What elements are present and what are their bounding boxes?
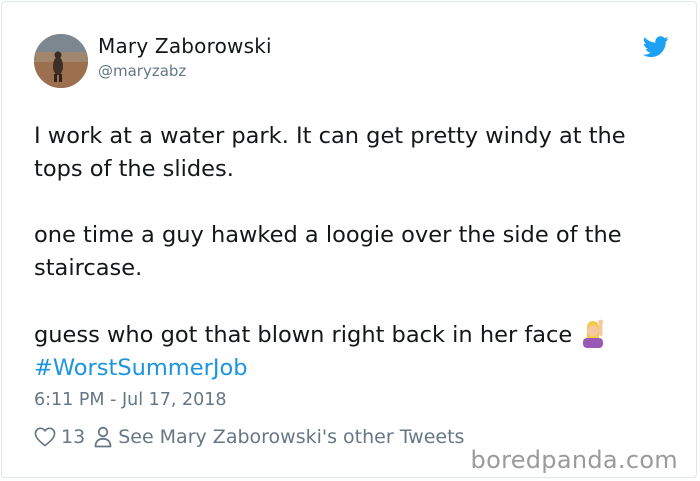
heart-icon[interactable] bbox=[34, 427, 56, 447]
see-other-tweets-link[interactable]: See Mary Zaborowski's other Tweets bbox=[118, 426, 464, 448]
twitter-bird-icon[interactable] bbox=[642, 36, 669, 58]
watermark: boredpanda.com bbox=[470, 446, 678, 474]
tweet-paragraph: I work at a water park. It can get prett… bbox=[34, 123, 626, 182]
tweet-paragraph: guess who got that blown right back in h… bbox=[34, 322, 573, 348]
avatar[interactable] bbox=[34, 34, 88, 88]
tweet-timestamp[interactable]: 6:11 PM - Jul 17, 2018 bbox=[34, 390, 227, 410]
person-icon[interactable] bbox=[94, 426, 112, 448]
tweet-actions: 13 See Mary Zaborowski's other Tweets bbox=[34, 426, 464, 448]
like-count: 13 bbox=[61, 426, 86, 448]
hashtag-link[interactable]: #WorstSummerJob bbox=[34, 355, 248, 381]
tweet-text: I work at a water park. It can get prett… bbox=[34, 120, 674, 385]
tweet-paragraph: one time a guy hawked a loogie over the … bbox=[34, 222, 622, 281]
author-name[interactable]: Mary Zaborowski bbox=[98, 34, 272, 58]
author-handle[interactable]: @maryzabz bbox=[98, 62, 186, 80]
tweet-paragraph-last: guess who got that blown right back in h… bbox=[34, 318, 674, 385]
woman-raising-hand-emoji-icon bbox=[578, 318, 608, 348]
tweet-card: Mary Zaborowski @maryzabz I work at a wa… bbox=[1, 1, 697, 478]
